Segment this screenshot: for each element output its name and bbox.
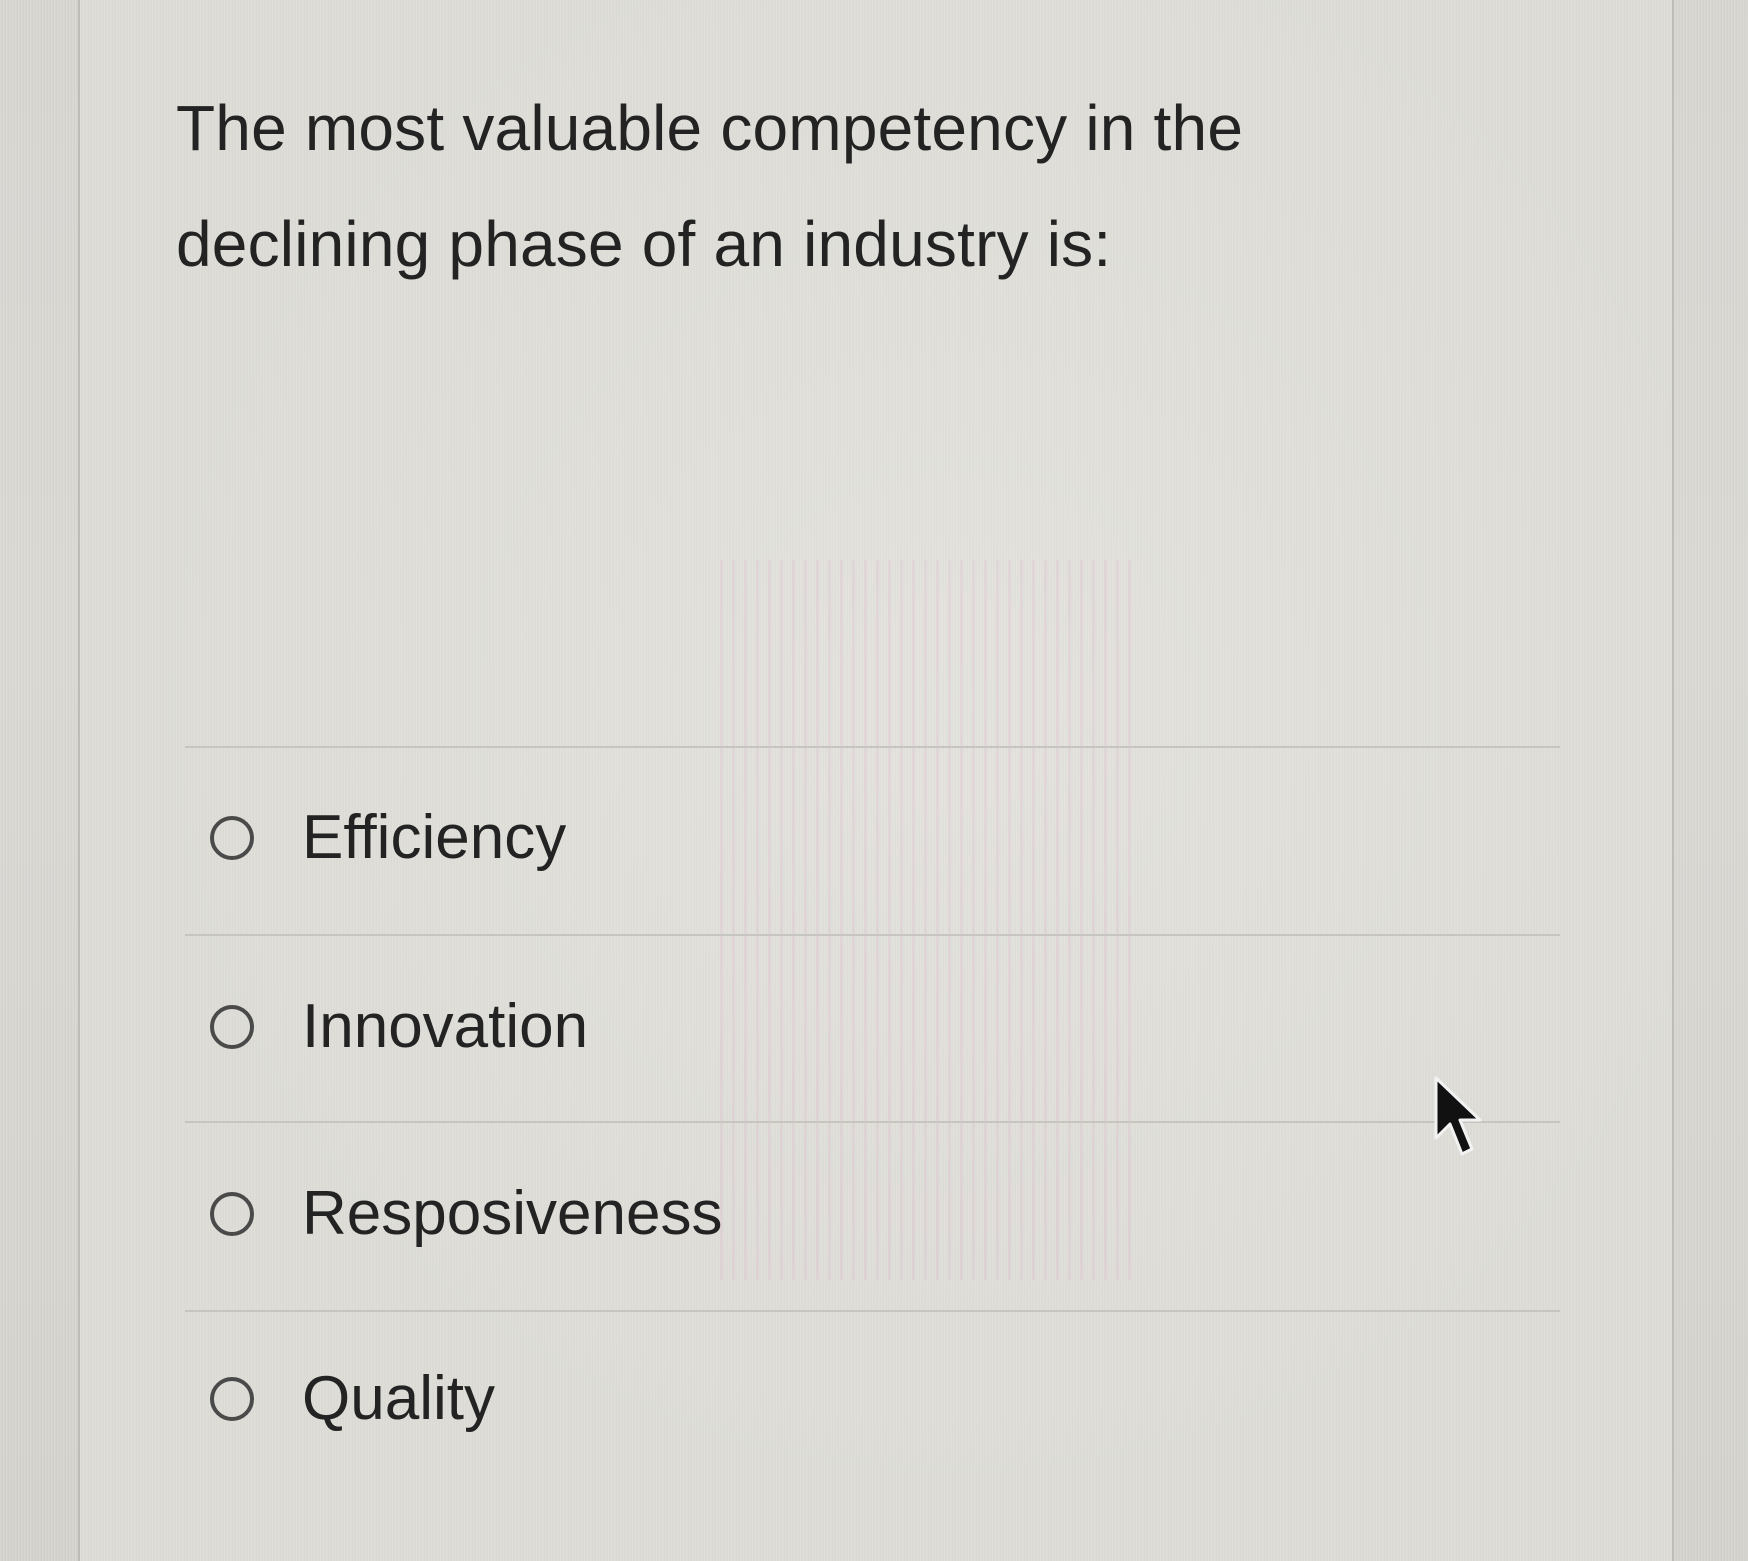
option-label: Resposiveness [302,1179,723,1248]
option-label: Innovation [302,992,589,1061]
radio-button-icon[interactable] [210,1377,254,1421]
option-quality[interactable]: Quality [210,1349,1510,1449]
option-divider [185,746,1560,748]
option-label: Efficiency [302,803,567,872]
option-resposiveness[interactable]: Resposiveness [210,1164,1510,1264]
radio-button-icon[interactable] [210,1005,254,1049]
option-divider [185,1121,1560,1123]
option-innovation[interactable]: Innovation [210,977,1510,1077]
radio-button-icon[interactable] [210,816,254,860]
screen-background: The most valuable competency in the decl… [0,0,1748,1561]
option-label: Quality [302,1364,495,1433]
option-efficiency[interactable]: Efficiency [210,788,1510,888]
radio-button-icon[interactable] [210,1192,254,1236]
mouse-pointer-icon [1434,1076,1482,1156]
question-text: The most valuable competency in the decl… [176,92,1244,280]
option-divider [185,934,1560,936]
option-divider [185,1310,1560,1312]
